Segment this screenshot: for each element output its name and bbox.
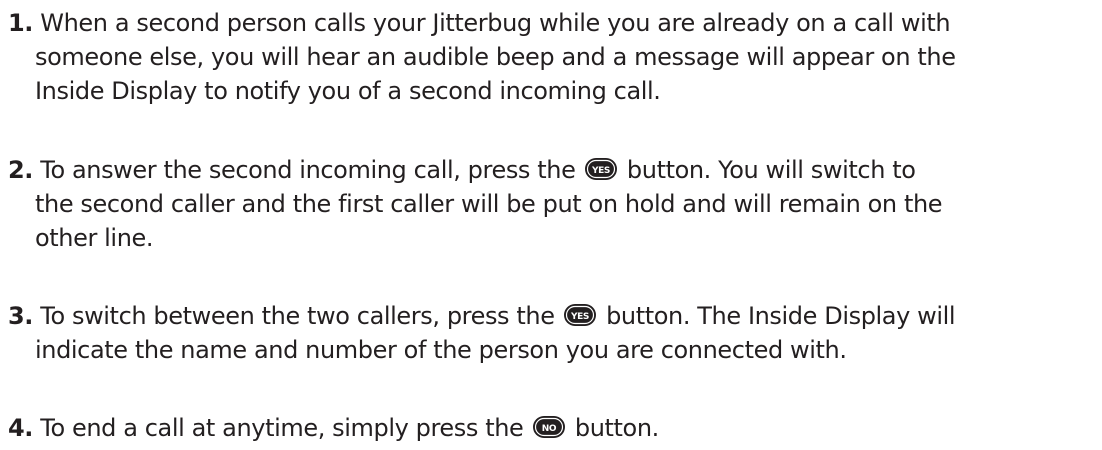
step-4-number: 4. [8, 414, 34, 442]
yes-key-icon: YES [563, 303, 597, 327]
step-1-line-1: 1. When a second person calls your Jitte… [8, 6, 1088, 40]
step-2-text-1b: button. You will switch to [626, 156, 916, 184]
yes-key-icon: YES [584, 157, 618, 181]
step-3-text-1b: button. The Inside Display will [606, 302, 956, 330]
step-2-line-1: 2. To answer the second incoming call, p… [8, 153, 1088, 187]
step-4-text-1a: To end a call at anytime, simply press t… [40, 414, 524, 442]
step-2-number: 2. [8, 156, 34, 184]
step-1-text-2: someone else, you will hear an audible b… [35, 43, 956, 71]
step-1: 1. When a second person calls your Jitte… [8, 6, 1088, 108]
step-3-number: 3. [8, 302, 34, 330]
instructions-document: 1. When a second person calls your Jitte… [0, 0, 1102, 450]
step-3-line-1: 3. To switch between the two callers, pr… [8, 299, 1088, 333]
yes-key-label: YES [570, 312, 589, 322]
step-4: 4. To end a call at anytime, simply pres… [8, 411, 1088, 445]
step-2: 2. To answer the second incoming call, p… [8, 153, 1088, 255]
step-3-text-2: indicate the name and number of the pers… [35, 336, 847, 364]
step-1-text-3: Inside Display to notify you of a second… [35, 77, 661, 105]
step-1-number: 1. [8, 9, 34, 37]
step-4-line-1: 4. To end a call at anytime, simply pres… [8, 411, 1088, 445]
step-2-text-1a: To answer the second incoming call, pres… [40, 156, 576, 184]
step-2-text-3: other line. [35, 224, 154, 252]
step-4-text-1b: button. [574, 414, 659, 442]
step-1-text-1: When a second person calls your Jitterbu… [40, 9, 951, 37]
yes-key-label: YES [591, 166, 610, 176]
no-key-label: NO [541, 424, 556, 434]
step-3-text-1a: To switch between the two callers, press… [40, 302, 555, 330]
step-2-text-2: the second caller and the first caller w… [35, 190, 943, 218]
step-3: 3. To switch between the two callers, pr… [8, 299, 1088, 367]
no-key-icon: NO [532, 415, 566, 439]
